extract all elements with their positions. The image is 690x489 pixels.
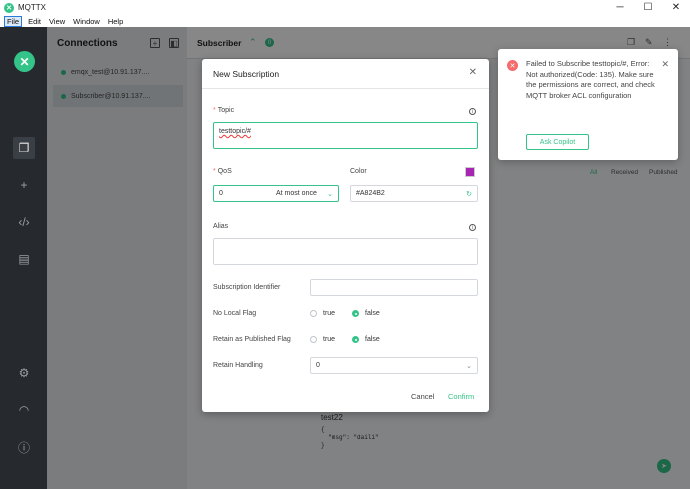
feed-nav-icon[interactable]: ◠ <box>13 399 35 421</box>
info-icon: i <box>469 108 476 115</box>
subscription-identifier-label: Subscription Identifier <box>213 284 281 291</box>
new-connection-nav-icon[interactable]: + <box>13 174 35 196</box>
chevron-down-icon: ⌄ <box>327 190 333 198</box>
retain-handling-label: Retain Handling <box>213 362 263 369</box>
cancel-button[interactable]: Cancel <box>411 392 434 401</box>
connections-nav-icon[interactable]: ❐ <box>13 137 35 159</box>
close-icon[interactable]: ✕ <box>469 67 477 78</box>
close-window-button[interactable]: ✕ <box>662 0 690 15</box>
app-logo-icon: ✕ <box>4 2 14 13</box>
rap-true-radio[interactable] <box>310 336 317 343</box>
error-icon: ✕ <box>507 60 518 71</box>
chevron-down-icon: ⌄ <box>466 362 472 370</box>
topic-label: * Topic <box>213 107 235 114</box>
maximize-button[interactable]: ☐ <box>634 0 662 15</box>
color-swatch[interactable] <box>465 167 475 177</box>
menu-edit[interactable]: Edit <box>26 17 43 26</box>
minimize-button[interactable]: ─ <box>606 0 634 15</box>
menu-help[interactable]: Help <box>106 17 125 26</box>
alias-label: Alias <box>213 223 229 230</box>
retain-handling-select[interactable]: 0 ⌄ <box>310 357 478 374</box>
window-title: MQTTX <box>18 3 46 12</box>
info-icon: i <box>469 224 476 231</box>
color-input[interactable]: #A824B2 ↻ <box>350 185 478 202</box>
settings-nav-icon[interactable]: ⚙ <box>13 362 35 384</box>
menu-view[interactable]: View <box>47 17 67 26</box>
menu-window[interactable]: Window <box>71 17 102 26</box>
left-nav: ✕ ❐ + ‹/› ▤ ⚙ ◠ ⓘ <box>0 27 47 489</box>
new-subscription-dialog: New Subscription ✕ * Topic i testtopic/# … <box>202 59 489 412</box>
dialog-title: New Subscription <box>213 69 280 79</box>
radio-label: true <box>323 336 336 343</box>
radio-label: false <box>365 336 380 343</box>
retain-as-published-label: Retain as Published Flag <box>213 336 291 343</box>
script-nav-icon[interactable]: ‹/› <box>13 211 35 233</box>
menu-file[interactable]: File <box>4 15 23 27</box>
confirm-button[interactable]: Confirm <box>448 392 474 401</box>
no-local-false-radio[interactable] <box>352 310 359 317</box>
no-local-true-radio[interactable] <box>310 310 317 317</box>
topic-input[interactable]: testtopic/# <box>213 122 478 149</box>
color-label: Color <box>350 168 367 175</box>
refresh-icon: ↻ <box>466 190 472 198</box>
about-nav-icon[interactable]: ⓘ <box>13 436 35 458</box>
error-notification: ✕ Failed to Subscribe testtopic/#, Error… <box>498 49 678 160</box>
alias-input[interactable] <box>213 238 478 265</box>
dialog-header: New Subscription ✕ <box>202 59 489 89</box>
radio-label: false <box>365 310 380 317</box>
title-bar: ✕ MQTTX ─ ☐ ✕ <box>0 0 690 15</box>
no-local-flag-label: No Local Flag <box>213 310 257 317</box>
close-icon[interactable]: ✕ <box>661 59 669 70</box>
radio-label: true <box>323 310 336 317</box>
qos-label: * QoS <box>213 168 232 175</box>
log-nav-icon[interactable]: ▤ <box>13 248 35 270</box>
brand-logo-icon: ✕ <box>14 51 35 72</box>
rap-false-radio[interactable] <box>352 336 359 343</box>
ask-copilot-button[interactable]: Ask Copilot <box>526 134 589 150</box>
error-message: Failed to Subscribe testtopic/#, Error: … <box>526 59 655 100</box>
menu-bar: File Edit View Window Help <box>0 15 690 27</box>
subscription-identifier-input[interactable] <box>310 279 478 296</box>
qos-select[interactable]: 0 At most once ⌄ <box>213 185 339 202</box>
